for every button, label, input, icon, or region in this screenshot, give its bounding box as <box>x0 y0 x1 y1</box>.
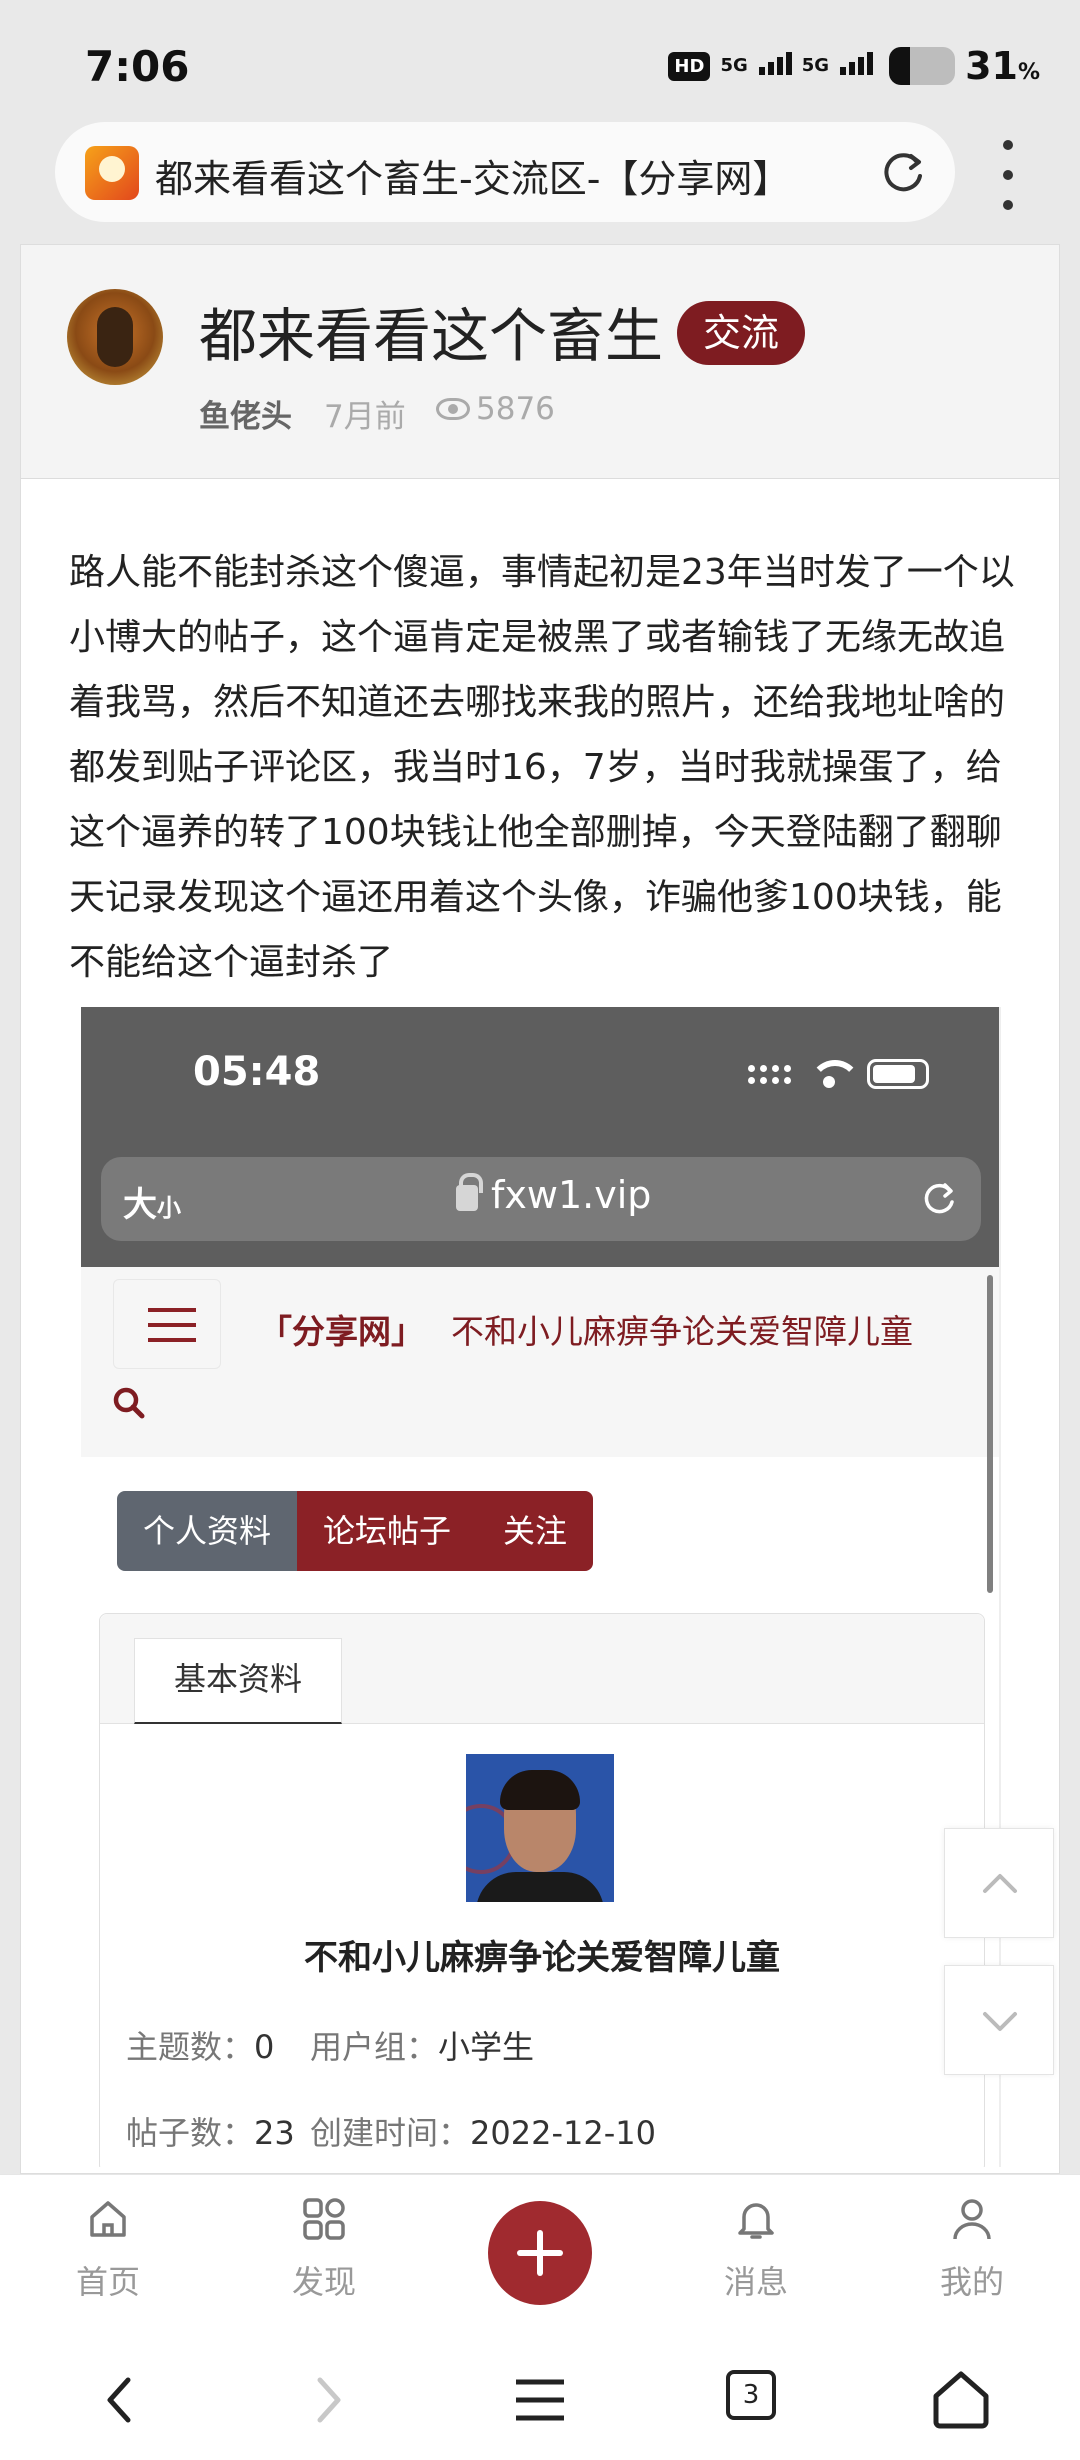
status-icons: HD 5G 5G 31% <box>668 44 1040 88</box>
nav-messages[interactable]: 消息 <box>686 2195 826 2303</box>
home-icon <box>90 2201 126 2237</box>
post-header: 都来看看这个畜生 交流 鱼佬头 7月前 5876 <box>21 245 1059 479</box>
author-name[interactable]: 鱼佬头 <box>199 391 292 436</box>
battery-percent: 31% <box>965 44 1040 88</box>
chevron-down-icon <box>983 2012 1017 2031</box>
menu-icon[interactable] <box>514 2374 566 2426</box>
status-bar: 7:06 HD 5G 5G 31% <box>0 0 1080 120</box>
profile-username: 不和小儿麻痹争论关爱智障儿童 <box>304 1938 780 1978</box>
bottom-app-nav: 首页 发现 消息 我的 <box>0 2174 1080 2344</box>
image-time: 05:48 <box>193 1049 321 1095</box>
hd-badge: HD <box>668 51 711 81</box>
status-time: 7:06 <box>85 42 190 91</box>
image-domain: fxw1.vip <box>491 1173 652 1217</box>
image-profile-panel: 基本资料 不和小儿麻痹争论关爱智障儿童 主题数：0 用户组：小学生 帖子数：23… <box>99 1613 985 2167</box>
address-bar[interactable]: 都来看看这个畜生-交流区-【分享网】 <box>55 122 955 222</box>
image-address-bar: 大小 fxw1.vip <box>101 1157 981 1241</box>
image-status-bar: 05:48 大小 fxw1.vip <box>81 1007 999 1267</box>
image-scrollbar <box>987 1275 993 1593</box>
search-icon <box>113 1387 145 1419</box>
tab-basic-info: 基本资料 <box>134 1638 342 1724</box>
tab-title: 都来看看这个畜生-交流区-【分享网】 <box>155 157 791 201</box>
view-count: 5876 <box>436 391 555 427</box>
post-body: 路人能不能封杀这个傻逼，事情起初是23年当时发了一个以小博大的帖子，这个逼肯定是… <box>69 552 1015 983</box>
site-favicon-icon <box>85 146 139 200</box>
plus-icon[interactable] <box>488 2201 592 2305</box>
nav-discover[interactable]: 发现 <box>254 2195 394 2303</box>
image-site-brand: 「分享网」 <box>259 1312 424 1351</box>
chevron-up-icon <box>983 1874 1017 1893</box>
forward-icon[interactable] <box>304 2372 352 2428</box>
bell-icon <box>738 2203 774 2239</box>
nav-mine[interactable]: 我的 <box>902 2195 1042 2303</box>
lock-icon <box>456 1173 483 1211</box>
eye-icon <box>436 398 470 420</box>
image-profile-tabs: 个人资料 论坛帖子 关注 <box>117 1491 594 1571</box>
text-size-toggle: 大小 <box>123 1185 181 1225</box>
stat-posts: 帖子数：23 <box>126 2114 295 2152</box>
tab-forum-posts: 论坛帖子 <box>297 1491 478 1571</box>
image-site-header: 「分享网」 不和小儿麻痹争论关爱智障儿童 <box>81 1267 999 1457</box>
stat-topics: 主题数：0 <box>126 2028 275 2066</box>
battery-icon <box>867 1059 929 1089</box>
nav-home[interactable]: 首页 <box>38 2195 178 2303</box>
reload-icon[interactable] <box>877 146 929 198</box>
profile-photo <box>466 1754 614 1902</box>
post-title: 都来看看这个畜生 <box>199 302 664 370</box>
scroll-top-button[interactable] <box>944 1828 1054 1938</box>
wifi-icon <box>809 1060 861 1088</box>
nav-mine-label: 我的 <box>939 2263 1004 2301</box>
reload-icon <box>924 1183 954 1214</box>
post-image[interactable]: 05:48 大小 fxw1.vip 「分享网」 不和小儿麻痹争论关爱智障儿童 个… <box>81 1007 1001 2167</box>
signal-dots-icon <box>748 1064 791 1084</box>
tab-follow: 关注 <box>477 1491 594 1571</box>
browser-toolbar: 3 <box>0 2344 1080 2460</box>
panel-header: 基本资料 <box>100 1614 984 1724</box>
home-icon[interactable] <box>930 2368 992 2430</box>
signal-icon: 5G <box>720 52 792 75</box>
back-icon[interactable] <box>96 2372 144 2428</box>
category-tag[interactable]: 交流 <box>677 301 806 365</box>
image-status-icons <box>748 1059 929 1089</box>
image-site-tagline: 不和小儿麻痹争论关爱智障儿童 <box>451 1312 913 1351</box>
stat-created: 创建时间：2022-12-10 <box>310 2114 656 2152</box>
more-vertical-icon[interactable] <box>1000 140 1016 210</box>
stat-user-group: 用户组：小学生 <box>310 2028 535 2066</box>
user-icon <box>953 2199 991 2240</box>
nav-messages-label: 消息 <box>723 2263 788 2301</box>
grid-icon <box>303 2198 345 2240</box>
post-time: 7月前 <box>324 399 406 435</box>
nav-discover-label: 发现 <box>291 2263 356 2301</box>
avatar[interactable] <box>67 289 163 385</box>
tab-profile: 个人资料 <box>117 1491 298 1571</box>
tabs-button[interactable]: 3 <box>726 2370 776 2420</box>
nav-home-label: 首页 <box>75 2263 140 2301</box>
post-page: 都来看看这个畜生 交流 鱼佬头 7月前 5876 路人能不能封杀这个傻逼，事情起… <box>20 244 1060 2174</box>
signal-icon: 5G <box>802 52 874 75</box>
scroll-bottom-button[interactable] <box>944 1965 1054 2075</box>
battery-icon <box>889 47 956 85</box>
hamburger-menu-icon <box>113 1279 221 1369</box>
